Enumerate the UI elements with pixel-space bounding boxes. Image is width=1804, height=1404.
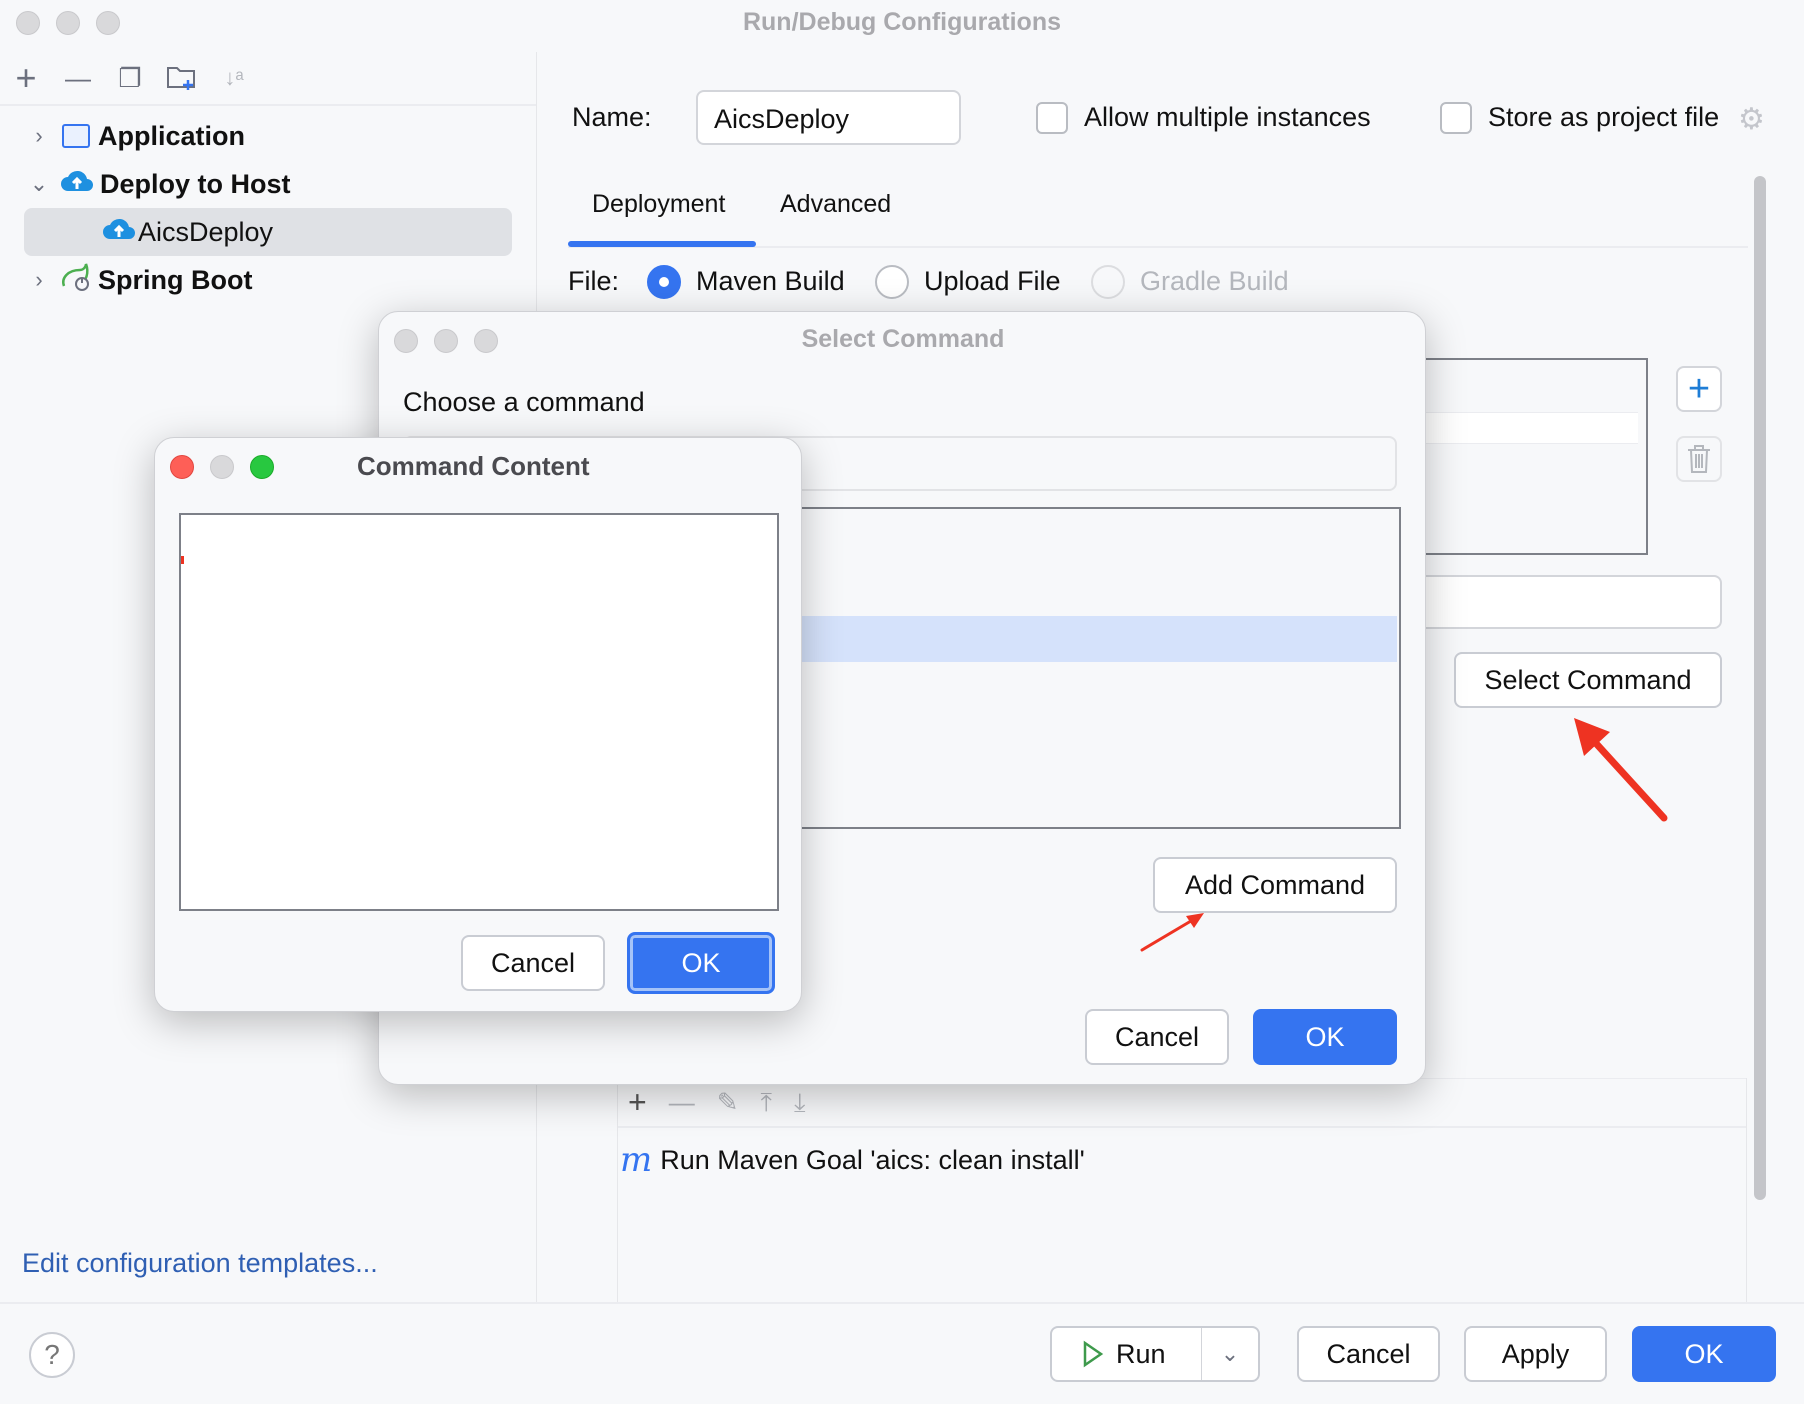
chevron-right-icon[interactable]: › — [24, 123, 54, 149]
edit-configuration-templates-link[interactable]: Edit configuration templates... — [22, 1248, 378, 1279]
apply-button[interactable]: Apply — [1464, 1326, 1607, 1382]
active-tab-indicator — [568, 241, 756, 247]
dialog-ok-button[interactable]: OK — [1253, 1009, 1397, 1065]
window-title: Run/Debug Configurations — [742, 8, 1062, 36]
gradle-build-radio — [1091, 265, 1125, 299]
select-command-button[interactable]: Select Command — [1454, 652, 1722, 708]
run-label: Run — [1116, 1338, 1166, 1369]
edit-task-icon: ✎ — [716, 1087, 739, 1117]
gear-icon[interactable]: ⚙ — [1738, 102, 1765, 137]
allow-multiple-instances-checkbox[interactable] — [1036, 102, 1068, 134]
add-command-button[interactable]: Add Command — [1153, 857, 1397, 913]
maven-icon: m — [620, 1140, 653, 1180]
vertical-scrollbar[interactable] — [1754, 176, 1766, 1200]
sort-alphabetically-icon[interactable]: ↓ᵃ — [216, 60, 252, 96]
tree-item-application[interactable]: › Application — [0, 112, 536, 160]
tab-advanced[interactable]: Advanced — [780, 190, 891, 219]
before-launch-panel: + — ✎ ⤒ ⤓ m Run Maven Goal 'aics: clean … — [617, 1078, 1747, 1302]
play-icon — [1083, 1340, 1104, 1368]
copy-configuration-icon[interactable]: ❐ — [112, 60, 148, 96]
add-task-icon[interactable]: + — [628, 1084, 647, 1121]
tree-item-label: AicsDeploy — [138, 216, 274, 247]
content-ok-button[interactable]: OK — [627, 932, 775, 994]
footer-divider — [0, 1302, 1804, 1304]
run-options-chevron-icon[interactable]: ⌄ — [1202, 1341, 1258, 1367]
trash-icon — [1688, 445, 1710, 473]
tree-item-label: Spring Boot — [98, 264, 253, 295]
tree-item-label: Application — [98, 120, 245, 151]
run-button-group: Run ⌄ — [1050, 1326, 1260, 1382]
command-content-dialog: Command Content Cancel OK — [154, 437, 802, 1012]
maven-build-label: Maven Build — [696, 266, 845, 296]
zoom-dialog-button[interactable] — [250, 455, 274, 479]
add-command-list-button[interactable]: + — [1676, 366, 1722, 412]
annotation-arrow-select-command — [1574, 718, 1668, 822]
delete-command-button[interactable] — [1676, 436, 1722, 482]
gradle-build-label: Gradle Build — [1140, 266, 1289, 296]
name-label: Name: — [572, 102, 652, 132]
content-dialog-title: Command Content — [357, 451, 590, 481]
name-input[interactable]: AicsDeploy — [696, 90, 961, 145]
before-launch-item-label: Run Maven Goal 'aics: clean install' — [660, 1144, 1085, 1175]
content-cancel-button[interactable]: Cancel — [461, 935, 605, 991]
tab-deployment[interactable]: Deployment — [592, 190, 725, 219]
upload-file-label: Upload File — [924, 266, 1061, 296]
tree-item-label: Deploy to Host — [100, 168, 291, 199]
remove-configuration-icon[interactable]: — — [60, 60, 96, 96]
new-folder-icon[interactable] — [164, 60, 200, 96]
upload-file-radio[interactable] — [875, 265, 909, 299]
ok-button[interactable]: OK — [1632, 1326, 1776, 1382]
maven-build-radio[interactable] — [647, 265, 681, 299]
minimize-dialog-button[interactable] — [210, 455, 234, 479]
command-content-textarea[interactable] — [179, 513, 779, 911]
store-as-project-file-label: Store as project file — [1488, 102, 1720, 132]
choose-command-prompt: Choose a command — [403, 387, 645, 417]
tree-item-deploy-to-host[interactable]: ⌄ Deploy to Host — [0, 160, 536, 208]
move-down-icon: ⤓ — [793, 1086, 806, 1117]
move-up-icon: ⤒ — [760, 1086, 772, 1117]
close-dialog-button[interactable] — [170, 455, 194, 479]
cloud-upload-icon — [60, 169, 94, 200]
before-launch-toolbar: + — ✎ ⤒ ⤓ — [618, 1078, 1746, 1128]
tree-item-spring-boot[interactable]: › Spring Boot — [0, 256, 536, 304]
add-configuration-icon[interactable]: + — [8, 57, 44, 98]
content-dialog-window-controls — [170, 455, 274, 479]
store-as-project-file-checkbox[interactable] — [1440, 102, 1472, 134]
file-label: File: — [568, 266, 620, 296]
dialog-cancel-button[interactable]: Cancel — [1085, 1009, 1229, 1065]
chevron-down-icon[interactable]: ⌄ — [24, 171, 54, 197]
cancel-button[interactable]: Cancel — [1297, 1326, 1440, 1382]
before-launch-item[interactable]: m Run Maven Goal 'aics: clean install' — [618, 1128, 1746, 1192]
application-icon — [62, 124, 90, 148]
text-cursor — [181, 556, 184, 564]
dialog-title: Select Command — [801, 325, 1005, 353]
annotation-arrow-add-command — [1140, 913, 1204, 952]
cloud-upload-icon — [102, 217, 136, 248]
spring-boot-icon — [60, 262, 92, 299]
allow-multiple-instances-label: Allow multiple instances — [1084, 102, 1371, 132]
remove-task-icon: — — [668, 1087, 695, 1117]
help-button[interactable]: ? — [29, 1332, 75, 1378]
configuration-tree: › Application ⌄ Deploy to Host AicsDeplo… — [0, 106, 536, 304]
tree-item-aicsdeploy[interactable]: AicsDeploy — [24, 208, 512, 256]
sidebar-toolbar: + — ❐ ↓ᵃ — [0, 52, 536, 106]
chevron-right-icon[interactable]: › — [24, 267, 54, 293]
run-button[interactable]: Run — [1052, 1328, 1202, 1380]
